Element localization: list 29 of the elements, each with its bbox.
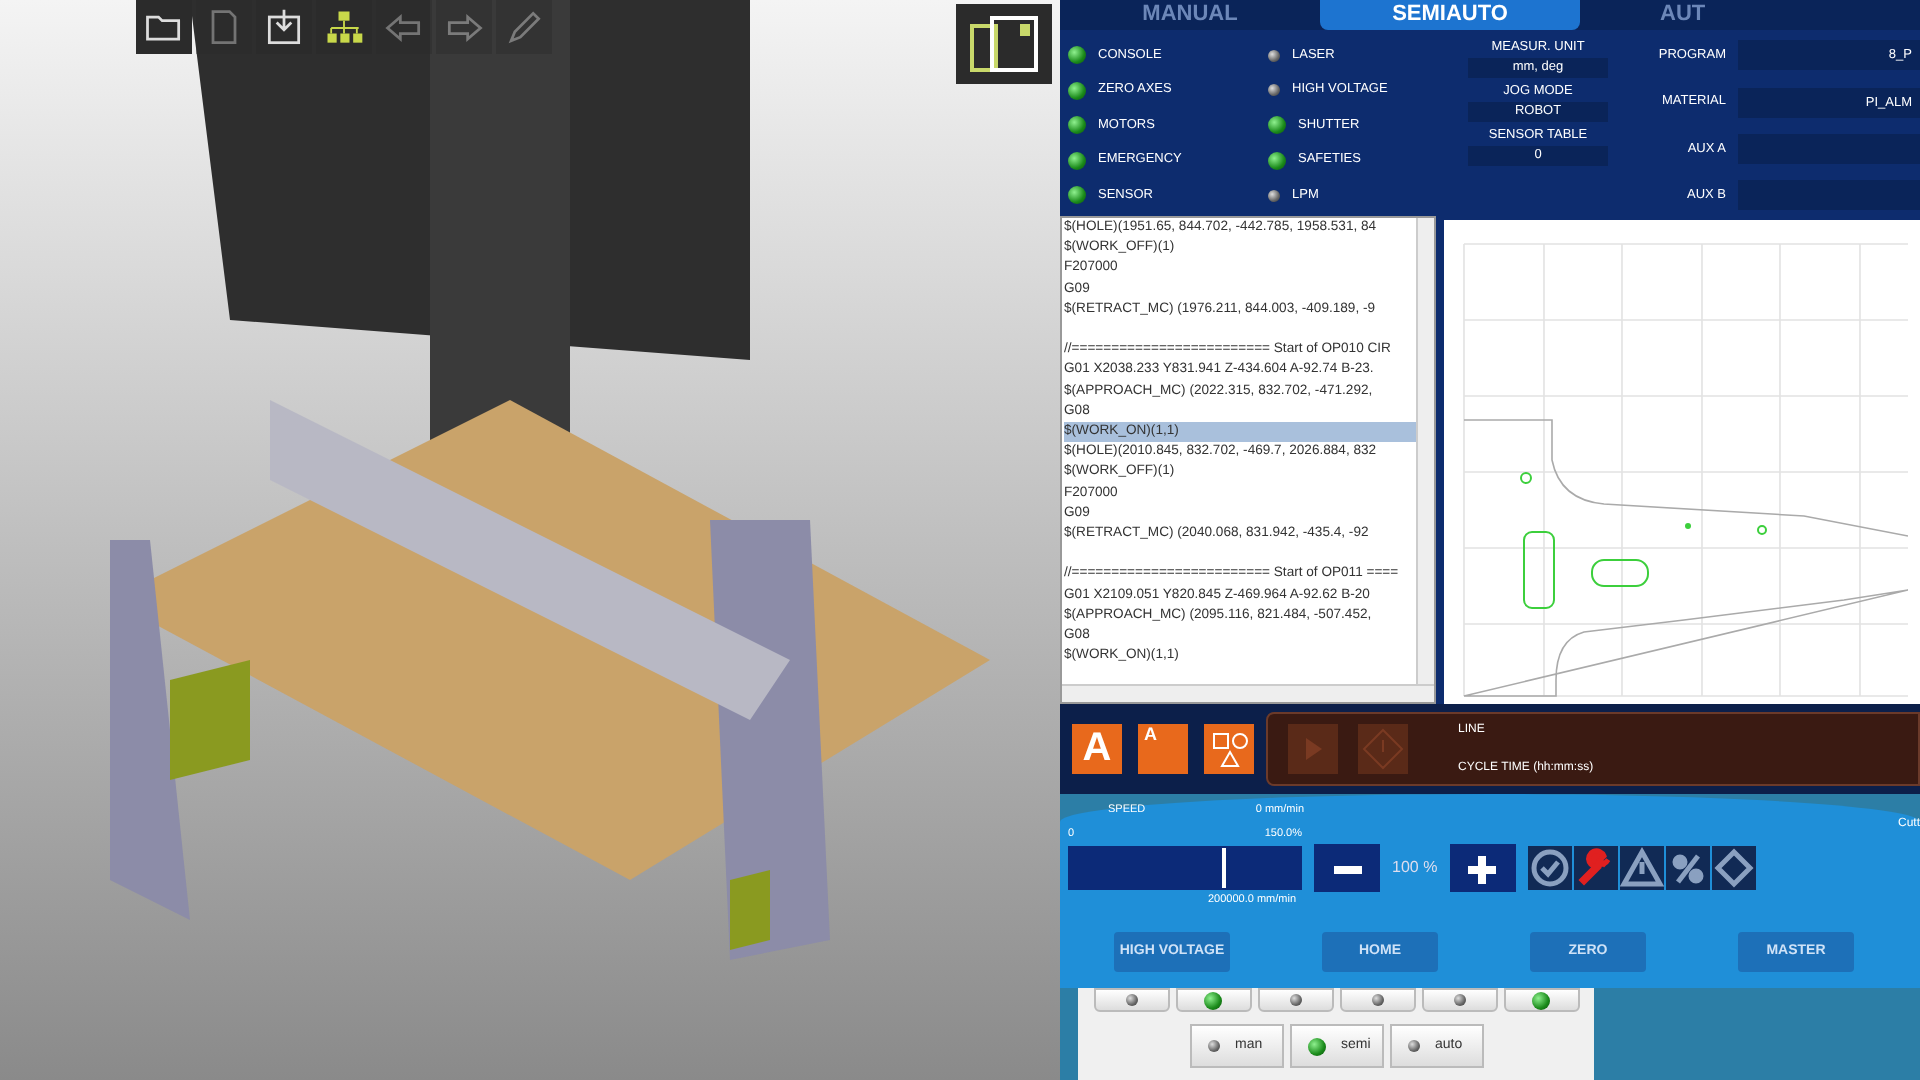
minus-icon xyxy=(1333,865,1361,874)
io-toggle-button[interactable] xyxy=(1257,988,1333,1012)
plus-icon xyxy=(1466,853,1499,886)
io-toggle-button[interactable] xyxy=(1339,988,1415,1012)
warning-icon[interactable] xyxy=(1619,845,1664,889)
diamond-icon[interactable] xyxy=(1711,845,1756,889)
checkmark-circle-icon[interactable] xyxy=(1527,845,1572,889)
slider-thumb[interactable] xyxy=(1222,847,1227,887)
view-mode-button[interactable] xyxy=(956,4,1052,84)
import-icon xyxy=(262,5,306,49)
io-toggle-button[interactable] xyxy=(1503,988,1579,1012)
minus-button[interactable] xyxy=(1314,843,1380,891)
horizontal-scrollbar[interactable] xyxy=(1062,684,1434,702)
io-toggle-button[interactable] xyxy=(1093,988,1169,1012)
mode-tab[interactable]: SEMIAUTO xyxy=(1320,0,1580,30)
io-toggle-button[interactable] xyxy=(1175,988,1251,1012)
speed-slider[interactable] xyxy=(1068,845,1302,889)
percent-icon[interactable] xyxy=(1665,845,1710,889)
override-percent: 100 % xyxy=(1392,855,1438,879)
plus-button[interactable] xyxy=(1449,843,1516,891)
wrench-icon[interactable] xyxy=(1573,845,1618,889)
toolbar-button[interactable] xyxy=(136,0,192,54)
vertical-scrollbar[interactable] xyxy=(1416,218,1434,684)
diamond-warning-icon xyxy=(1358,724,1408,774)
mode-tab[interactable]: MANUAL xyxy=(1060,0,1320,30)
io-toggle-button[interactable] xyxy=(1421,988,1497,1012)
play-icon xyxy=(1305,737,1321,760)
mode-tab[interactable]: AUT xyxy=(1580,0,1920,30)
shapes-mode-button[interactable] xyxy=(1204,724,1254,774)
